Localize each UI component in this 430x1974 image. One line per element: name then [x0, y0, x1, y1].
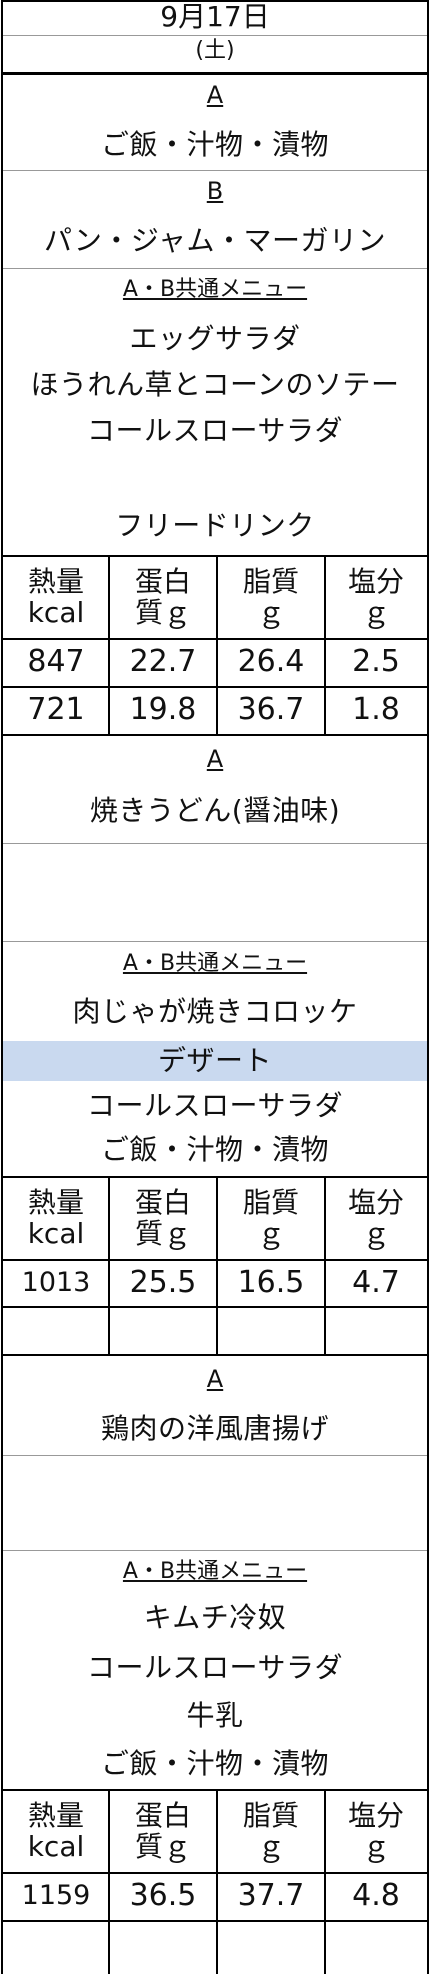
- common-menu-item: コールスローサラダ: [87, 414, 343, 448]
- common-menu-item: キムチ冷奴: [143, 1601, 287, 1635]
- option-a-label: A: [206, 81, 224, 110]
- column-divider: [216, 556, 218, 735]
- column-divider: [324, 556, 326, 735]
- nutrition-value-fat: 36.7: [237, 692, 305, 728]
- column-divider: [108, 556, 110, 735]
- nutrition-value-protein: 22.7: [129, 644, 197, 680]
- common-menu-item: ご飯・汁物・漬物: [100, 1133, 329, 1167]
- nutrition-value-energy: [3, 1309, 109, 1351]
- menu-day: (土): [195, 38, 235, 64]
- nutrition-value-protein: 36.5: [129, 1878, 197, 1914]
- menu-date: 9月17日: [160, 0, 270, 34]
- common-menu-item-dessert: デザート: [157, 1044, 272, 1078]
- nutrition-value-salt: [325, 1309, 427, 1351]
- column-divider: [324, 1790, 326, 1974]
- nutrition-value-salt: 4.8: [352, 1878, 400, 1914]
- divider-thick: [3, 72, 427, 75]
- nutrition-table-bottom: [3, 734, 427, 736]
- option-b-label: B: [206, 177, 224, 206]
- nutrition-header-salt: 塩分 ｇ: [347, 564, 404, 629]
- nutrition-value-energy: 1013: [21, 1266, 91, 1298]
- nutrition-table-bottom: [3, 1354, 427, 1356]
- common-menu-item: [3, 454, 427, 500]
- nutrition-header-fat: 脂質 ｇ: [242, 564, 299, 629]
- nutrition-header-salt: 塩分 ｇ: [347, 1798, 404, 1863]
- divider: [3, 638, 427, 640]
- column-divider: [108, 1790, 110, 1974]
- column-divider: [216, 1790, 218, 1974]
- nutrition-value-salt: [325, 1923, 427, 1965]
- nutrition-header-protein: 蛋白 質ｇ: [134, 1798, 191, 1863]
- nutrition-value-protein: 25.5: [129, 1265, 197, 1301]
- nutrition-value-energy: 721: [27, 692, 85, 728]
- nutrition-value-fat: [217, 1309, 325, 1351]
- nutrition-value-salt: 4.7: [352, 1265, 400, 1301]
- nutrition-value-fat: 37.7: [237, 1878, 305, 1914]
- option-a-item: 焼きうどん(醤油味): [89, 794, 341, 828]
- nutrition-value-protein: 19.8: [129, 692, 197, 728]
- nutrition-value-fat: 16.5: [237, 1265, 305, 1301]
- nutrition-header-salt: 塩分 ｇ: [347, 1185, 404, 1250]
- nutrition-value-salt: 1.8: [352, 692, 400, 728]
- nutrition-value-salt: 2.5: [352, 644, 400, 680]
- common-menu-item: 牛乳: [186, 1699, 244, 1733]
- nutrition-table-top: [3, 555, 427, 557]
- nutrition-header-energy: 熱量 kcal: [27, 564, 85, 629]
- common-menu-item: エッグサラダ: [129, 322, 301, 356]
- common-menu-label: A・B共通メニュー: [122, 951, 308, 977]
- divider: [3, 1455, 427, 1456]
- divider: [3, 1259, 427, 1261]
- nutrition-value-protein: [109, 1309, 217, 1351]
- nutrition-value-fat: 26.4: [237, 644, 305, 680]
- column-divider: [324, 1177, 326, 1355]
- nutrition-header-energy: 熱量 kcal: [27, 1185, 85, 1250]
- nutrition-header-fat: 脂質 ｇ: [242, 1185, 299, 1250]
- nutrition-value-energy: [3, 1923, 109, 1965]
- common-menu-item: コールスローサラダ: [87, 1651, 343, 1685]
- divider: [3, 686, 427, 688]
- nutrition-value-protein: [109, 1923, 217, 1965]
- divider: [3, 1306, 427, 1308]
- column-divider: [216, 1177, 218, 1355]
- common-menu-item: ご飯・汁物・漬物: [100, 1747, 329, 1781]
- divider: [3, 843, 427, 844]
- divider: [3, 1872, 427, 1874]
- common-menu-item: ほうれん草とコーンのソテー: [30, 368, 400, 402]
- nutrition-header-energy: 熱量 kcal: [27, 1798, 85, 1863]
- nutrition-header-fat: 脂質 ｇ: [242, 1798, 299, 1863]
- option-a-label: A: [206, 1365, 224, 1394]
- divider: [3, 170, 427, 171]
- divider: [3, 268, 427, 269]
- option-a-item: ご飯・汁物・漬物: [100, 128, 329, 162]
- common-menu-item: 肉じゃが焼きコロッケ: [72, 995, 358, 1029]
- common-menu-item: コールスローサラダ: [87, 1089, 343, 1123]
- divider: [3, 1920, 427, 1922]
- nutrition-value-energy: 847: [27, 644, 85, 680]
- common-menu-label: A・B共通メニュー: [122, 277, 308, 303]
- nutrition-value-energy: 1159: [21, 1879, 91, 1911]
- option-b-item: パン・ジャム・マーガリン: [43, 224, 386, 258]
- common-menu-item: フリードリンク: [115, 509, 315, 543]
- divider: [3, 1550, 427, 1551]
- nutrition-table-top: [3, 1176, 427, 1178]
- nutrition-header-protein: 蛋白 質ｇ: [134, 1185, 191, 1250]
- column-divider: [108, 1177, 110, 1355]
- divider: [3, 941, 427, 942]
- common-menu-label: A・B共通メニュー: [122, 1559, 308, 1585]
- nutrition-value-fat: [217, 1923, 325, 1965]
- menu-sheet: 9月17日 (土) A ご飯・汁物・漬物 B パン・ジャム・マーガリン A・B共…: [1, 0, 429, 1974]
- nutrition-table-top: [3, 1789, 427, 1791]
- option-a-label: A: [206, 745, 224, 774]
- option-a-item: 鶏肉の洋風唐揚げ: [100, 1412, 329, 1446]
- nutrition-header-protein: 蛋白 質ｇ: [134, 564, 191, 629]
